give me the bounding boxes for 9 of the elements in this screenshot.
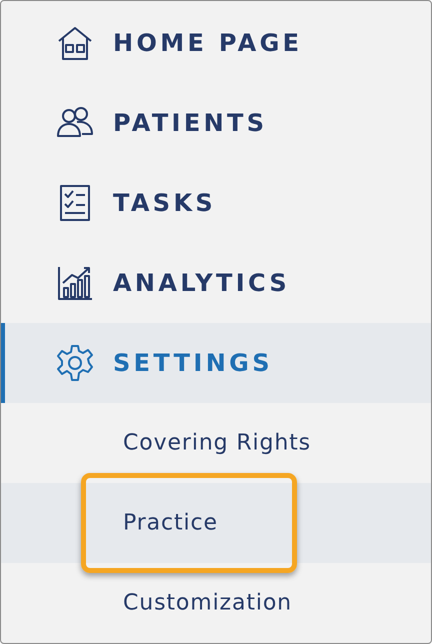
- settings-icon: [55, 343, 95, 383]
- nav-item[interactable]: HOME PAGE: [1, 3, 431, 83]
- nav-item[interactable]: PATIENTS: [1, 83, 431, 163]
- nav-item[interactable]: SETTINGS: [1, 323, 431, 403]
- nav-item[interactable]: ANALYTICS: [1, 243, 431, 323]
- submenu-item[interactable]: Covering Rights: [123, 426, 312, 460]
- submenu-item[interactable]: Customization: [123, 586, 292, 620]
- nav-item[interactable]: TASKS: [1, 163, 431, 243]
- submenu-item[interactable]: Practice: [123, 506, 218, 540]
